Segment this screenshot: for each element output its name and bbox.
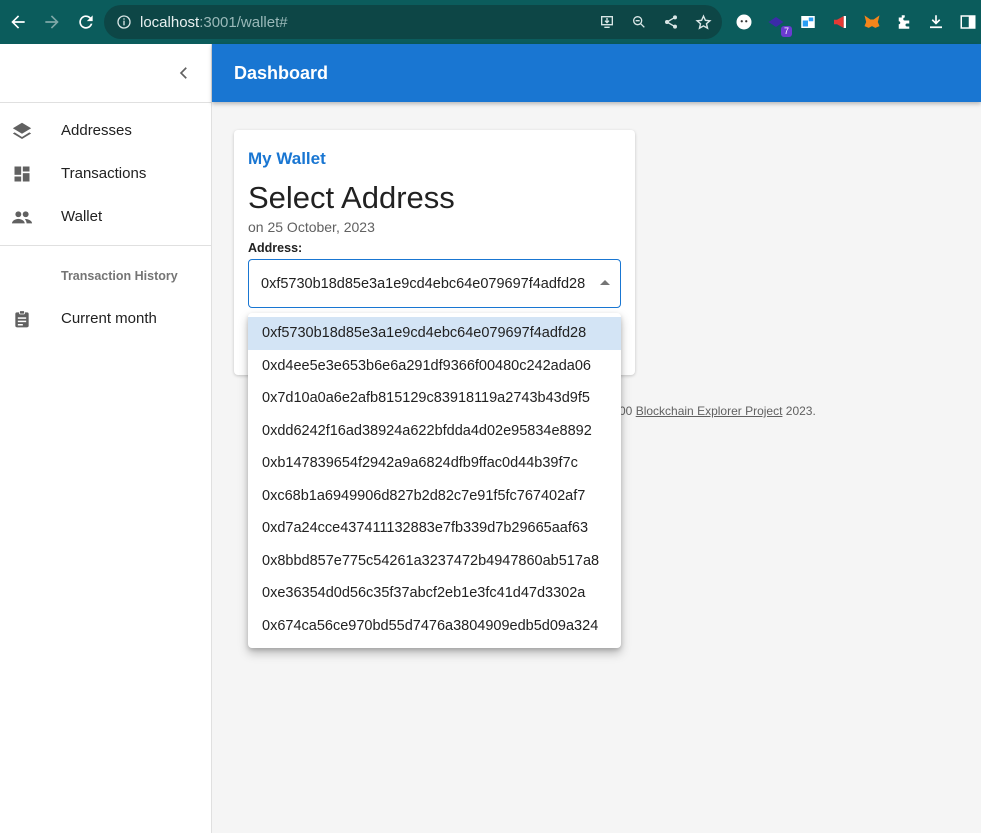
- back-button[interactable]: [2, 6, 34, 38]
- install-icon[interactable]: [596, 11, 618, 33]
- assignment-icon: [10, 307, 34, 331]
- forward-button[interactable]: [36, 6, 68, 38]
- arrow-right-icon: [45, 15, 59, 29]
- page-title: Dashboard: [234, 62, 329, 83]
- address-select-value: 0xf5730b18d85e3a1e9cd4ebc64e079697f4adfd…: [261, 275, 586, 292]
- dashboard-icon: [10, 162, 34, 186]
- extensions-puzzle-icon[interactable]: [892, 10, 916, 34]
- address-dropdown-list: 0xf5730b18d85e3a1e9cd4ebc64e079697f4adfd…: [248, 313, 621, 648]
- url-text: localhost:3001/wallet#: [140, 14, 288, 31]
- address-option[interactable]: 0xb147839654f2942a9a6824dfb9ffac0d44b39f…: [248, 447, 621, 480]
- url-path: :3001/wallet#: [199, 13, 288, 31]
- address-option[interactable]: 0xd7a24cce437411132883e7fb339d7b29665aaf…: [248, 512, 621, 545]
- collapse-sidebar-button[interactable]: [0, 44, 211, 102]
- sidebar-item-addresses[interactable]: Addresses: [0, 109, 211, 152]
- address-option[interactable]: 0xdd6242f16ad38924a622bfdda4d02e95834e88…: [248, 415, 621, 448]
- footer: 00 Blockchain Explorer Project 2023.: [619, 404, 816, 418]
- chevron-left-icon: [179, 67, 187, 79]
- browser-toolbar: localhost:3001/wallet# 7: [0, 0, 981, 44]
- footer-prefix: 00: [619, 404, 633, 418]
- card-heading: Select Address: [248, 180, 455, 215]
- sidebar-item-current-month[interactable]: Current month: [0, 297, 211, 340]
- extension-face-icon[interactable]: [732, 10, 756, 34]
- caret-up-icon: [600, 280, 610, 285]
- address-option[interactable]: 0xd4ee5e3e653b6e6a291df9366f00480c242ada…: [248, 350, 621, 383]
- reload-button[interactable]: [70, 6, 102, 38]
- sidebar-item-label: Addresses: [61, 122, 132, 139]
- sidebar-item-label: Wallet: [61, 208, 103, 225]
- address-option[interactable]: 0x8bbd857e775c54261a3237472b4947860ab517…: [248, 545, 621, 578]
- side-panel-icon[interactable]: [956, 10, 980, 34]
- info-icon: [117, 15, 131, 29]
- extension-hat-icon[interactable]: 7: [764, 10, 792, 37]
- divider: [0, 245, 211, 246]
- url-bar[interactable]: localhost:3001/wallet#: [104, 5, 722, 39]
- address-option[interactable]: 0xe36354d0d56c35f37abcf2eb1e3fc41d47d330…: [248, 577, 621, 610]
- url-host: localhost: [140, 13, 200, 31]
- metamask-fox-icon[interactable]: [860, 10, 884, 34]
- address-option[interactable]: 0xc68b1a6949906d827b2d82c7e91f5fc767402a…: [248, 480, 621, 513]
- transaction-history-subheader: Transaction History: [61, 269, 178, 283]
- extension-card-icon[interactable]: [796, 10, 820, 34]
- footer-year: 2023.: [785, 404, 816, 418]
- share-icon[interactable]: [660, 11, 682, 33]
- sidebar: Addresses Transactions Wallet Transactio…: [0, 44, 212, 833]
- reload-icon: [79, 15, 93, 29]
- layers-icon: [10, 119, 34, 143]
- footer-project-link[interactable]: Blockchain Explorer Project: [636, 404, 783, 418]
- divider: [0, 102, 211, 103]
- download-icon[interactable]: [924, 10, 948, 34]
- arrow-left-icon: [11, 15, 25, 29]
- zoom-icon[interactable]: [628, 11, 650, 33]
- star-icon[interactable]: [692, 11, 714, 33]
- extension-badge: 7: [780, 26, 792, 37]
- sidebar-item-label: Transactions: [61, 165, 147, 182]
- extension-megaphone-icon[interactable]: [828, 10, 852, 34]
- app-bar: Dashboard: [212, 44, 981, 102]
- card-date: on 25 October, 2023: [248, 219, 375, 235]
- card-title: My Wallet: [248, 149, 326, 168]
- address-field-label: Address:: [248, 241, 303, 255]
- address-select[interactable]: 0xf5730b18d85e3a1e9cd4ebc64e079697f4adfd…: [248, 259, 621, 308]
- people-icon: [10, 205, 34, 229]
- sidebar-item-label: Current month: [61, 310, 157, 327]
- address-option[interactable]: 0x7d10a0a6e2afb815129c83918119a2743b43d9…: [248, 382, 621, 415]
- sidebar-item-wallet[interactable]: Wallet: [0, 195, 211, 238]
- address-option[interactable]: 0xf5730b18d85e3a1e9cd4ebc64e079697f4adfd…: [248, 317, 621, 350]
- address-option[interactable]: 0x674ca56ce970bd55d7476a3804909edb5d09a3…: [248, 610, 621, 643]
- sidebar-item-transactions[interactable]: Transactions: [0, 152, 211, 195]
